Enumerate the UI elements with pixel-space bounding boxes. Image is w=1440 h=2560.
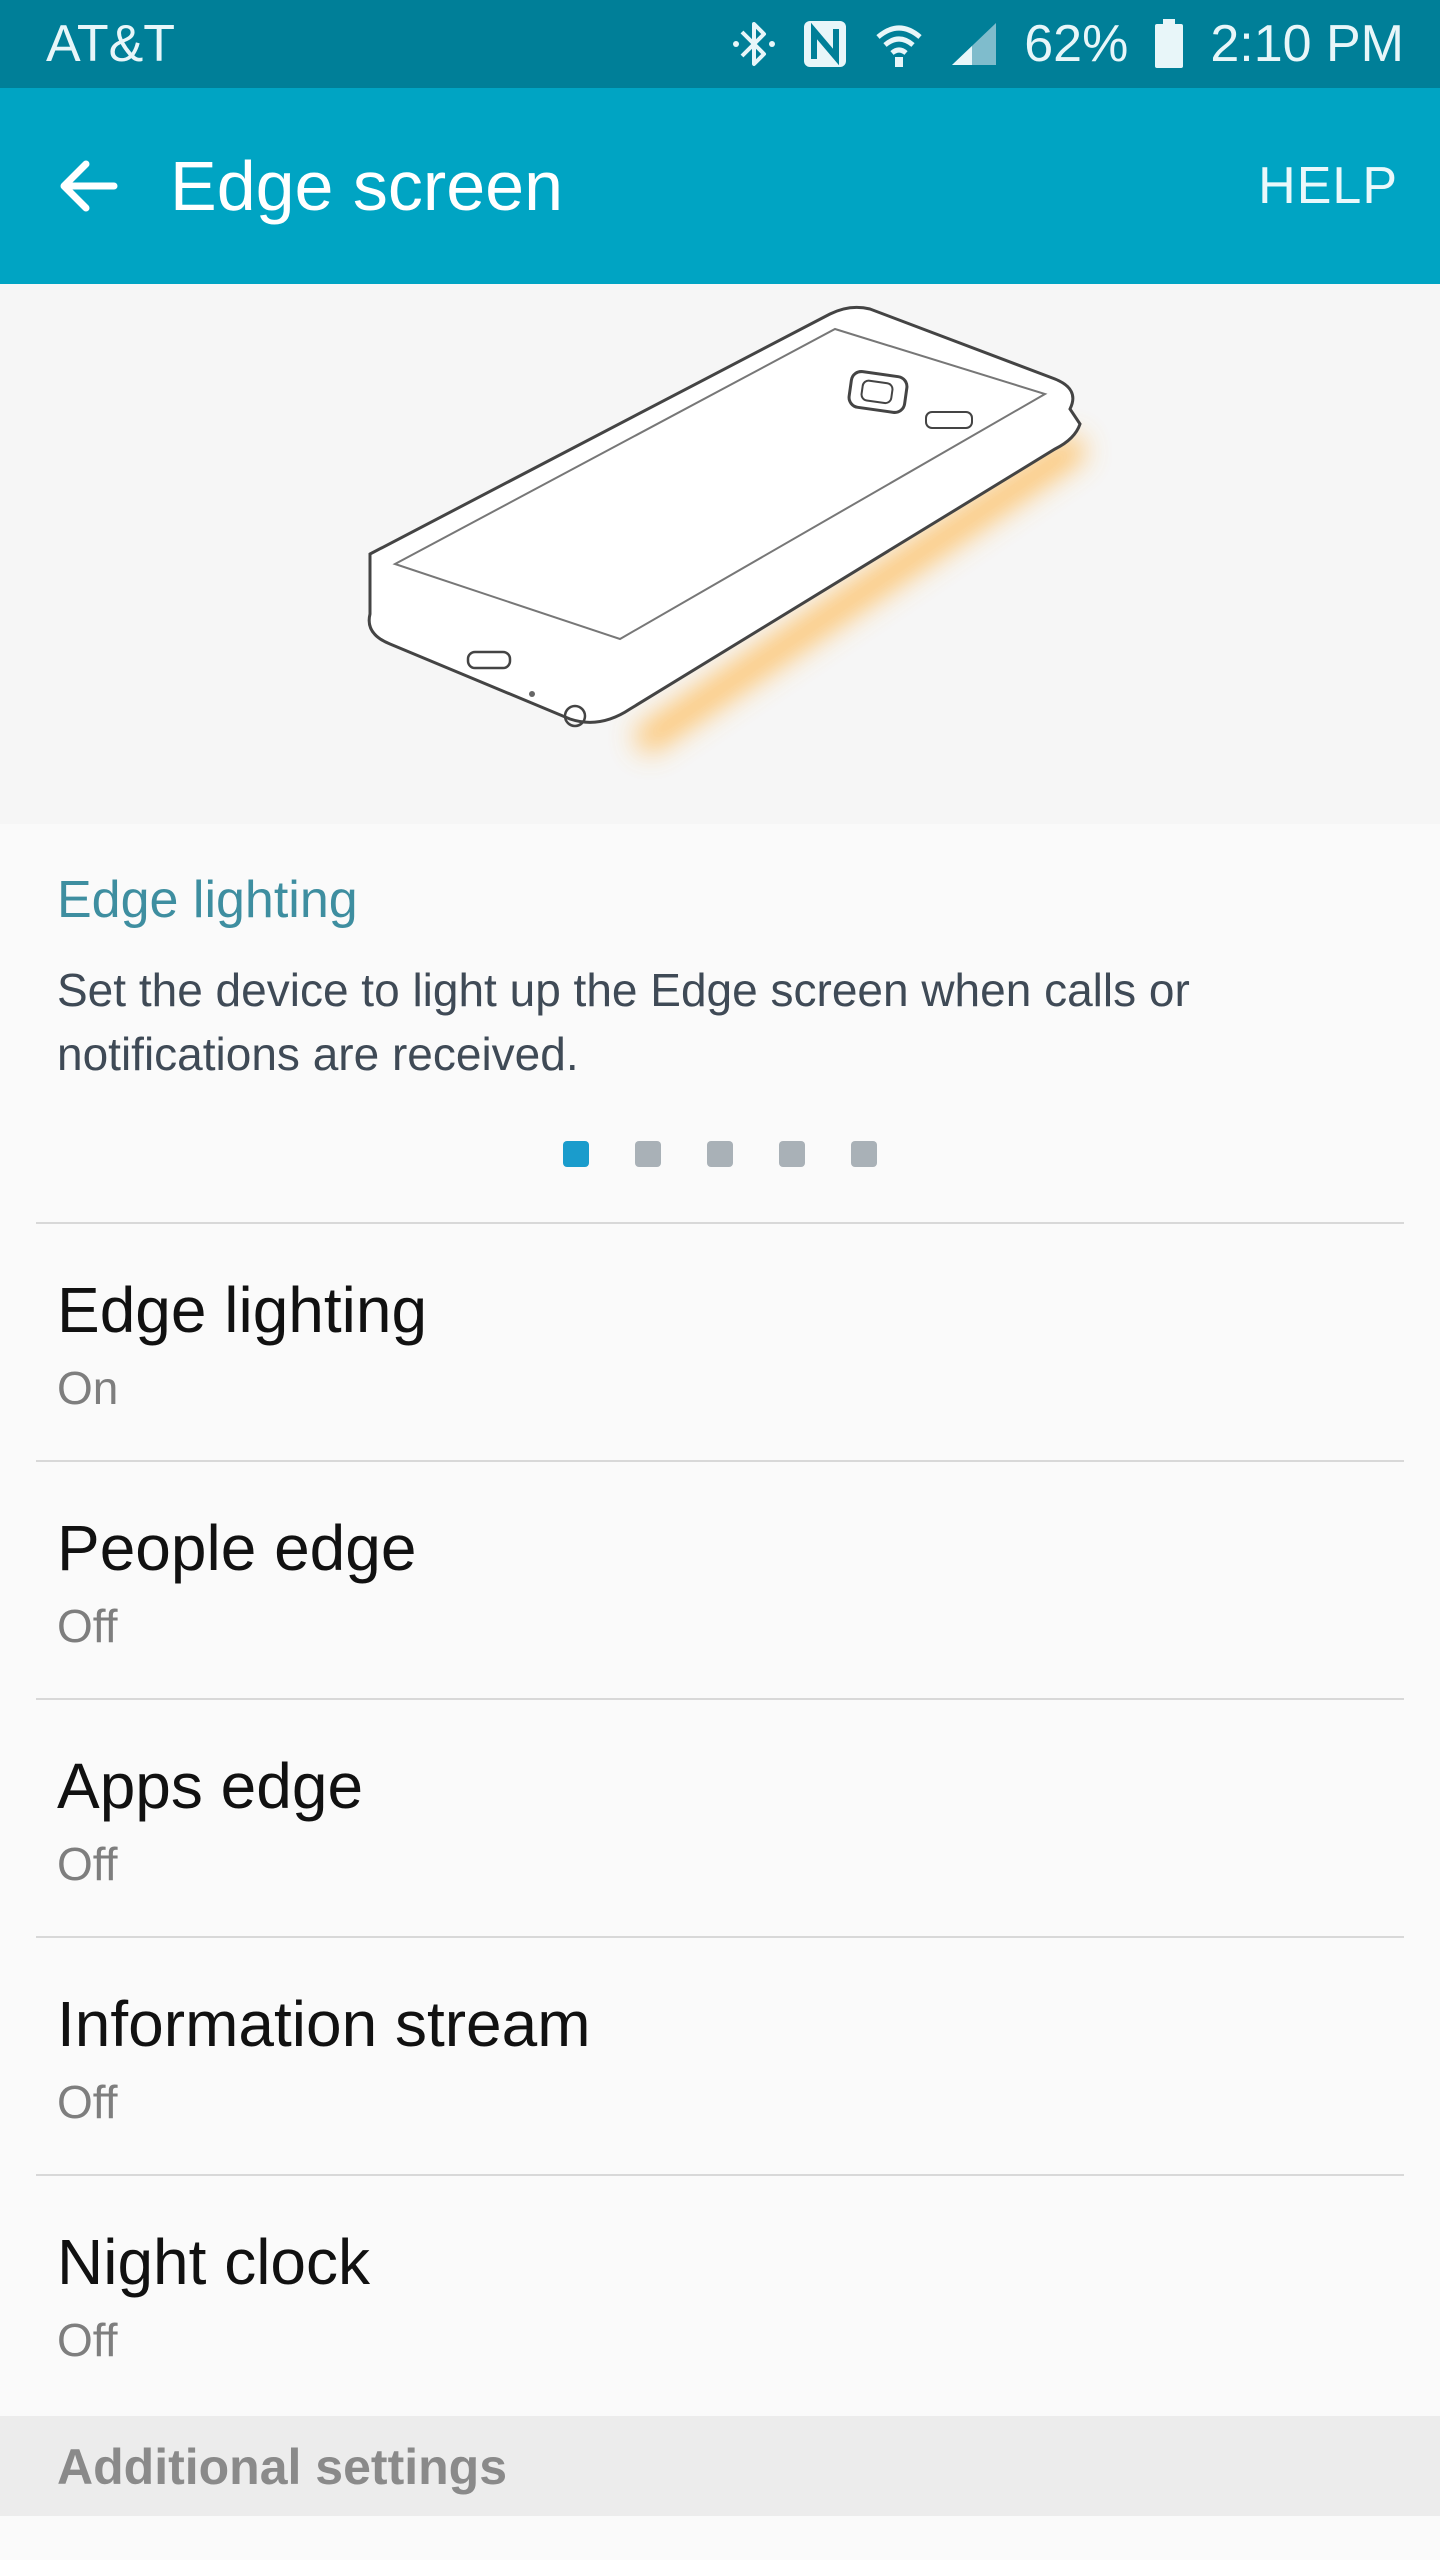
section-header: Additional settings bbox=[0, 2416, 1440, 2516]
help-button[interactable]: HELP bbox=[1258, 156, 1398, 216]
status-icons: 62% 2:10 PM bbox=[732, 14, 1404, 74]
back-arrow-icon bbox=[60, 160, 118, 212]
page-indicator bbox=[0, 1141, 1440, 1169]
setting-value: Off bbox=[57, 1600, 118, 1652]
back-button[interactable] bbox=[52, 150, 124, 222]
setting-value: Off bbox=[57, 2076, 118, 2128]
setting-title: Apps edge bbox=[57, 1750, 364, 1822]
setting-edge-lighting[interactable]: Edge lighting On bbox=[0, 1224, 1440, 1460]
bluetooth-icon bbox=[732, 18, 776, 70]
page-dot-5[interactable] bbox=[851, 1141, 877, 1167]
page-title: Edge screen bbox=[170, 147, 564, 225]
nfc-icon bbox=[802, 19, 848, 69]
carrier-label: AT&T bbox=[46, 15, 176, 73]
setting-title: Edge lighting bbox=[57, 1274, 428, 1346]
wifi-icon bbox=[874, 19, 924, 69]
setting-value: Off bbox=[57, 2314, 118, 2366]
section-header-label: Additional settings bbox=[57, 2439, 507, 2495]
page-dot-2[interactable] bbox=[635, 1141, 661, 1167]
info-description: Set the device to light up the Edge scre… bbox=[57, 964, 1190, 1080]
page-dot-1[interactable] bbox=[563, 1141, 589, 1167]
setting-people-edge[interactable]: People edge Off bbox=[0, 1462, 1440, 1698]
phone-illustration bbox=[367, 305, 1088, 755]
setting-value: On bbox=[57, 1362, 119, 1414]
battery-icon bbox=[1154, 19, 1184, 69]
camera-lens bbox=[847, 370, 909, 414]
setting-title: People edge bbox=[57, 1512, 417, 1584]
setting-apps-edge[interactable]: Apps edge Off bbox=[0, 1700, 1440, 1936]
battery-percent: 62% bbox=[1024, 15, 1129, 73]
page-dot-4[interactable] bbox=[779, 1141, 805, 1167]
setting-night-clock[interactable]: Night clock Off bbox=[0, 2176, 1440, 2412]
setting-value: Off bbox=[57, 1838, 118, 1890]
edge-screen-illustration bbox=[0, 284, 1440, 824]
setting-title: Information stream bbox=[57, 1988, 591, 2060]
setting-title: Night clock bbox=[57, 2226, 370, 2298]
page-dot-3[interactable] bbox=[707, 1141, 733, 1167]
status-time: 2:10 PM bbox=[1210, 15, 1404, 73]
settings-list: Edge lighting On People edge Off Apps ed… bbox=[0, 1222, 1440, 2412]
status-bar: AT&T 62% 2:10 PM bbox=[0, 0, 1440, 88]
app-bar: Edge screen HELP bbox=[0, 88, 1440, 284]
signal-icon bbox=[950, 21, 998, 67]
setting-information-stream[interactable]: Information stream Off bbox=[0, 1938, 1440, 2174]
info-title: Edge lighting bbox=[57, 871, 358, 929]
